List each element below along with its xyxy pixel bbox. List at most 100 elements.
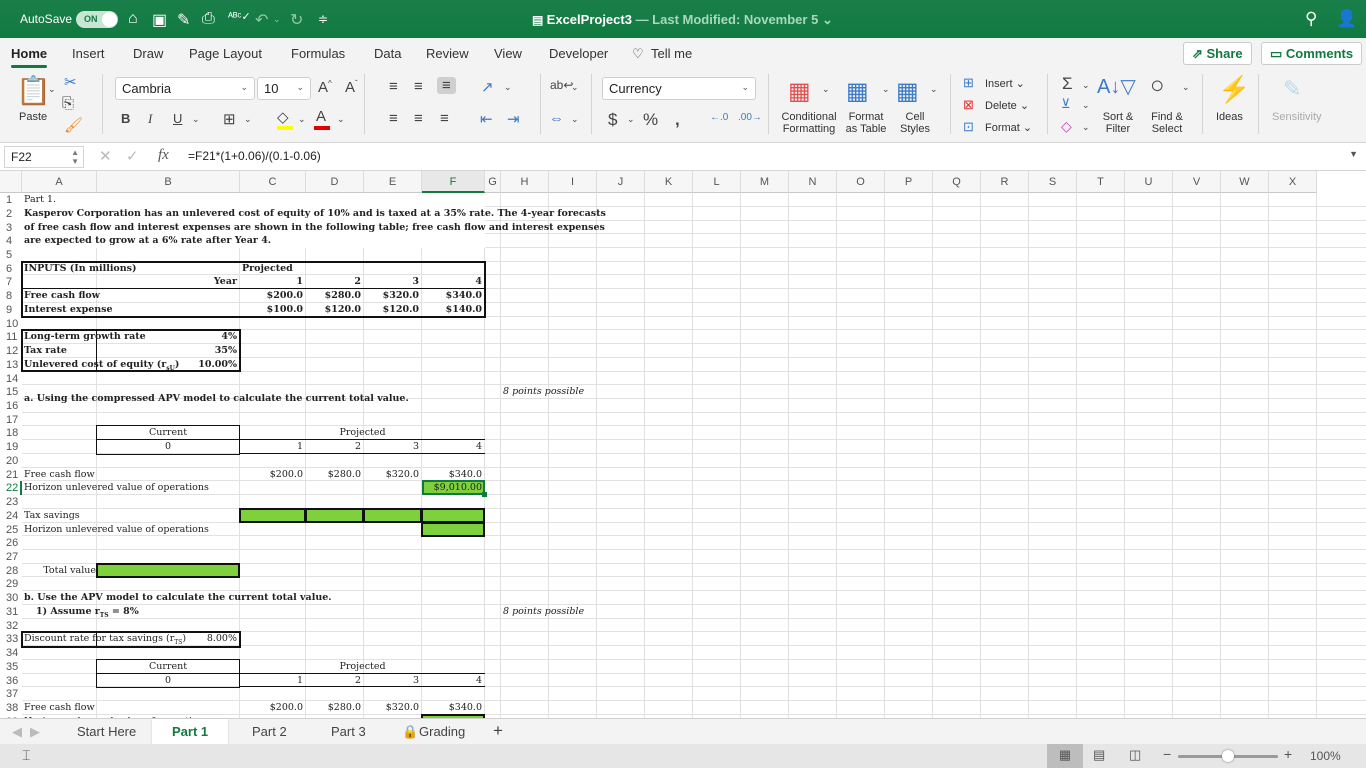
interest-value[interactable]: $120.0 [366,303,419,316]
fcf-value[interactable]: $200.0 [242,701,303,714]
fcf-value[interactable]: $320.0 [366,468,419,481]
share-button[interactable]: ⇗ Share [1183,42,1252,65]
fill-handle[interactable] [482,492,487,498]
row-header-22[interactable]: 22 [0,481,22,496]
macro-record-icon[interactable]: ⌶ [22,747,30,764]
comments-button[interactable]: ▭ Comments [1261,42,1363,65]
cancel-icon[interactable]: ✕ [99,147,112,165]
tell-me-search[interactable]: Tell me [651,46,692,61]
row-header-15[interactable]: 15 [0,385,22,399]
fcf-value[interactable]: $340.0 [424,701,482,714]
increase-decimal-icon[interactable]: ←.0 [710,112,728,123]
spellcheck-icon[interactable]: ᴬᴮᶜ✓ [228,10,251,23]
tab-developer[interactable]: Developer [549,46,608,61]
growth-value[interactable]: 4% [99,330,237,343]
rsu-value[interactable]: 10.00% [99,358,237,371]
column-header-q[interactable]: Q [933,171,981,193]
copy-icon[interactable]: ⎘ [62,95,74,112]
row-header-3[interactable]: 3 [0,221,22,235]
clear-icon[interactable]: ◇ [1061,118,1072,135]
row-header-32[interactable]: 32 [0,619,22,633]
row-header-14[interactable]: 14 [0,372,22,386]
column-header-h[interactable]: H [501,171,549,193]
function-icon[interactable]: fx [158,147,169,164]
zoom-out-button[interactable]: − [1163,746,1171,762]
discount-value[interactable]: 8.00% [99,632,237,645]
delete-cells-button[interactable]: Delete ⌄ [985,100,1029,112]
column-header-j[interactable]: J [597,171,645,193]
format-as-table-icon[interactable]: ▦ [846,77,869,106]
horizon-value[interactable]: $9,010.00 [424,481,482,494]
find-select-icon[interactable]: ○ [1150,72,1165,100]
row-header-38[interactable]: 38 [0,701,22,715]
sheet-tab-part-2[interactable]: Part 2 [252,724,287,739]
sort-filter-icon[interactable]: A↓▽ [1097,74,1136,99]
save-icon[interactable]: ▣ [152,10,167,30]
row-header-12[interactable]: 12 [0,344,22,358]
row-header-6[interactable]: 6 [0,262,22,276]
row-header-5[interactable]: 5 [0,248,22,262]
font-name-select[interactable]: Cambria ⌄ [115,77,255,100]
fcf-value[interactable]: $280.0 [308,701,361,714]
autosave-toggle[interactable]: ON [76,11,118,28]
clear-dropdown-icon[interactable]: ⌄ [1082,122,1090,133]
row-header-1[interactable]: 1 [0,193,22,207]
interest-value[interactable]: $100.0 [242,303,303,316]
page-break-view-icon[interactable]: ◫ [1129,747,1141,763]
fcf-value[interactable]: $280.0 [308,468,361,481]
zoom-slider-handle[interactable] [1222,750,1234,762]
search-icon[interactable]: ⚲ [1305,9,1317,29]
decrease-font-icon[interactable]: Aˇ [345,79,358,96]
row-header-24[interactable]: 24 [0,509,22,523]
tab-insert[interactable]: Insert [72,46,105,61]
ideas-label[interactable]: Ideas [1216,111,1243,123]
fill-dropdown-icon[interactable]: ⌄ [1082,100,1090,111]
tab-draw[interactable]: Draw [133,46,163,61]
fcf-value[interactable]: $320.0 [366,701,419,714]
undo-dropdown-icon[interactable]: ⌄ [273,14,281,25]
align-middle-icon[interactable]: ≡ [414,78,423,95]
row-header-9[interactable]: 9 [0,303,22,317]
align-left-icon[interactable]: ≡ [389,110,398,127]
undo-icon[interactable]: ↶ [255,10,268,30]
column-header-r[interactable]: R [981,171,1029,193]
prev-sheet-icon[interactable]: ◀ [12,724,22,740]
spreadsheet-grid[interactable]: A B C D E F G H I J K L M N O P Q R S T U V W X 1 2 3 4 5 6 7 8 9 10 11 12 1… [0,171,1366,718]
borders-dropdown-icon[interactable]: ⌄ [244,114,252,125]
row-header-34[interactable]: 34 [0,646,22,660]
merge-center-icon[interactable]: ⇔ [549,110,564,127]
fat-dropdown-icon[interactable]: ⌄ [882,84,890,95]
name-box[interactable]: F22 ▲ ▼ [4,146,84,168]
currency-dropdown-icon[interactable]: ⌄ [627,114,635,125]
column-header-g[interactable]: G [485,171,501,193]
cell-styles-label[interactable]: Cell Styles [896,111,934,135]
row-header-26[interactable]: 26 [0,536,22,550]
column-header-d[interactable]: D [306,171,364,193]
row-header-20[interactable]: 20 [0,454,22,468]
redo-icon[interactable]: ↻ [290,10,303,30]
home-icon[interactable]: ⌂ [128,10,138,28]
expand-formula-icon[interactable]: ▼ [1349,149,1358,159]
fcf-value[interactable]: $200.0 [242,468,303,481]
find-select-label[interactable]: Find & Select [1149,111,1185,135]
align-top-icon[interactable]: ≡ [389,78,398,95]
row-header-30[interactable]: 30 [0,591,22,605]
enter-icon[interactable]: ✓ [126,147,139,165]
column-header-i[interactable]: I [549,171,597,193]
share-person-icon[interactable]: 👤 [1336,9,1357,29]
fill-dropdown-icon[interactable]: ⌄ [298,114,306,125]
sheet-tab-grading[interactable]: Grading [419,724,465,739]
print-icon[interactable]: ⎙ [202,10,215,28]
format-painter-icon[interactable]: 🖌 [64,116,83,134]
orientation-dropdown-icon[interactable]: ⌄ [504,82,512,93]
column-header-v[interactable]: V [1173,171,1221,193]
font-size-select[interactable]: 10 ⌄ [257,77,311,100]
align-center-icon[interactable]: ≡ [414,110,423,127]
font-color-icon[interactable]: A [316,108,326,125]
column-header-m[interactable]: M [741,171,789,193]
column-header-e[interactable]: E [364,171,422,193]
increase-font-icon[interactable]: A^ [318,79,332,96]
sort-filter-label[interactable]: Sort & Filter [1100,111,1136,135]
row-header-10[interactable]: 10 [0,317,22,331]
tab-data[interactable]: Data [374,46,401,61]
